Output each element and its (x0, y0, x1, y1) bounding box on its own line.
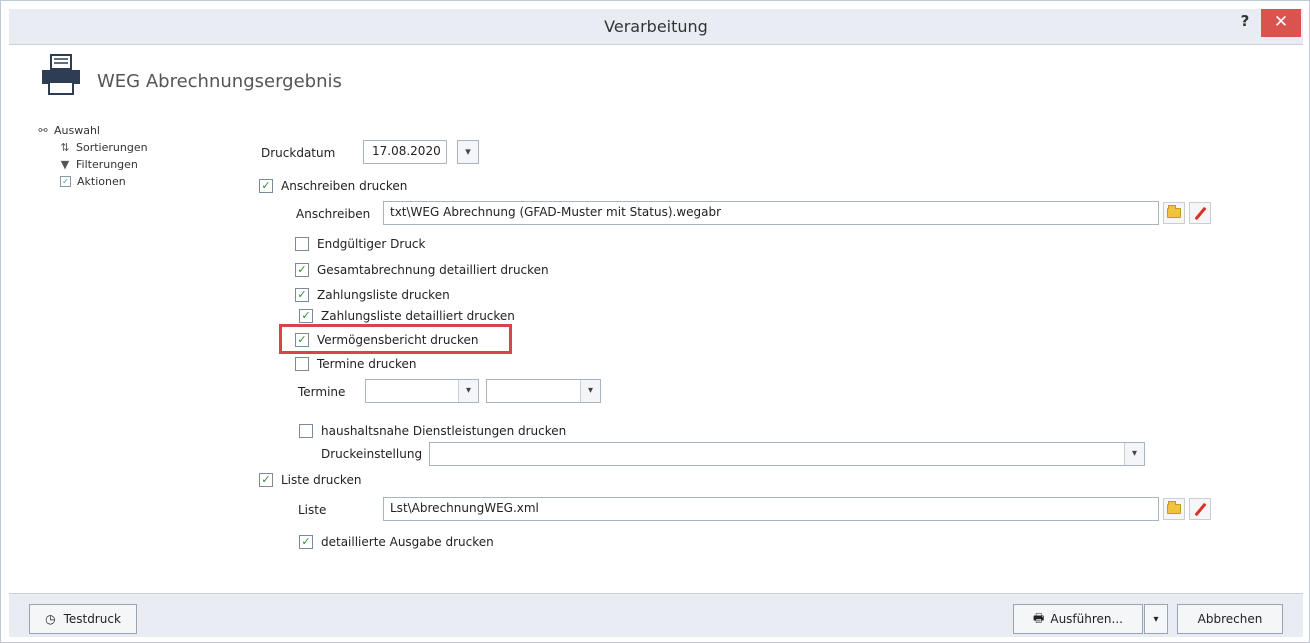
pencil-icon (1194, 206, 1206, 220)
edit-button[interactable] (1189, 498, 1211, 520)
page-title: WEG Abrechnungsergebnis (97, 71, 342, 92)
checkbox-checked: ✓ (299, 535, 313, 549)
help-button[interactable]: ? (1235, 12, 1255, 34)
navigation-tree: ⚯ Auswahl ⇅ Sortierungen ▼ Filterungen ✓… (35, 122, 215, 190)
sort-icon: ⇅ (60, 141, 70, 154)
tree-item-label: Auswahl (54, 124, 100, 137)
tree-item-auswahl[interactable]: ⚯ Auswahl (35, 122, 215, 139)
haushaltsnahe-checkbox[interactable]: haushaltsnahe Dienstleistungen drucken (299, 422, 566, 440)
checkbox-icon: ✓ (60, 176, 71, 187)
anschreiben-label: Anschreiben (296, 207, 371, 221)
folder-icon (1167, 501, 1181, 514)
liste-label: Liste (298, 503, 327, 517)
druckdatum-label: Druckdatum (261, 146, 336, 160)
checkbox-label: Liste drucken (281, 473, 362, 487)
filter-icon: ▼ (60, 158, 70, 171)
tree-item-sortierungen[interactable]: ⇅ Sortierungen (35, 139, 215, 156)
termine-label: Termine (298, 385, 346, 399)
detaillierte-ausgabe-checkbox[interactable]: ✓ detaillierte Ausgabe drucken (299, 533, 494, 551)
printer-small-icon: 🖶 (1033, 610, 1045, 625)
checkbox-unchecked (295, 357, 309, 371)
close-button[interactable]: ✕ (1261, 9, 1301, 37)
druckdatum-field[interactable]: 17.08.2020 (363, 140, 447, 164)
button-label: Abbrechen (1197, 612, 1263, 626)
termine-from-combo[interactable]: ▾ (365, 379, 479, 403)
checkbox-label: Endgültiger Druck (317, 237, 426, 251)
folder-icon (1167, 205, 1181, 218)
checkbox-label: Zahlungsliste detailliert drucken (321, 309, 515, 323)
button-label: Testdruck (63, 612, 121, 626)
highlight-box (279, 324, 512, 354)
abbrechen-button[interactable]: Abbrechen (1177, 604, 1283, 634)
zahlungsliste-detailliert-checkbox[interactable]: ✓ Zahlungsliste detailliert drucken (299, 307, 515, 325)
tree-item-filterungen[interactable]: ▼ Filterungen (35, 156, 215, 173)
folder-button[interactable] (1163, 498, 1185, 520)
pencil-icon (1194, 502, 1206, 516)
liste-drucken-checkbox[interactable]: ✓ Liste drucken (259, 471, 361, 489)
checkbox-label: Termine drucken (317, 357, 417, 371)
termine-drucken-checkbox[interactable]: Termine drucken (295, 355, 417, 373)
checkbox-checked: ✓ (259, 473, 273, 487)
checkbox-label: Gesamtabrechnung detailliert drucken (317, 263, 549, 277)
window-title: Verarbeitung (604, 17, 708, 36)
checkbox-label: detaillierte Ausgabe drucken (321, 535, 494, 549)
tree-item-label: Aktionen (77, 175, 126, 188)
link-icon: ⚯ (38, 124, 48, 137)
ausfuehren-button[interactable]: 🖶 Ausführen... (1013, 604, 1143, 634)
druckeinstellung-label: Druckeinstellung (321, 447, 423, 461)
checkbox-unchecked (295, 237, 309, 251)
testdruck-button[interactable]: ◷ Testdruck (29, 604, 137, 634)
tree-item-aktionen[interactable]: ✓ Aktionen (35, 173, 215, 190)
checkbox-unchecked (299, 424, 313, 438)
anschreiben-path-field[interactable]: txt\WEG Abrechnung (GFAD-Muster mit Stat… (383, 201, 1159, 225)
checkbox-checked: ✓ (295, 288, 309, 302)
chevron-down-icon: ▾ (1124, 443, 1144, 465)
checkbox-label: Zahlungsliste drucken (317, 288, 450, 302)
chevron-down-icon: ▾ (1153, 613, 1159, 625)
button-label: Ausführen... (1050, 612, 1123, 626)
chevron-down-icon: ▾ (458, 380, 478, 402)
printer-icon (42, 54, 80, 95)
title-bar: Verarbeitung ? ✕ (9, 9, 1303, 45)
liste-path-field[interactable]: Lst\AbrechnungWEG.xml (383, 497, 1159, 521)
tree-item-label: Filterungen (76, 158, 138, 171)
dialog-window: Verarbeitung ? ✕ WEG Abrechnungsergebnis… (0, 0, 1310, 643)
gesamtabrechnung-checkbox[interactable]: ✓ Gesamtabrechnung detailliert drucken (295, 261, 549, 279)
tree-item-label: Sortierungen (76, 141, 148, 154)
checkbox-label: haushaltsnahe Dienstleistungen drucken (321, 424, 567, 438)
checkbox-checked: ✓ (259, 179, 273, 193)
ausfuehren-dropdown-button[interactable]: ▾ (1144, 604, 1168, 634)
checkbox-label: Anschreiben drucken (281, 179, 408, 193)
zahlungsliste-checkbox[interactable]: ✓ Zahlungsliste drucken (295, 286, 450, 304)
checkbox-checked: ✓ (295, 263, 309, 277)
checkbox-checked: ✓ (299, 309, 313, 323)
druckeinstellung-combo[interactable]: ▾ (429, 442, 1145, 466)
edit-button[interactable] (1189, 202, 1211, 224)
chevron-down-icon: ▾ (580, 380, 600, 402)
anschreiben-drucken-checkbox[interactable]: ✓ Anschreiben drucken (259, 177, 407, 195)
folder-button[interactable] (1163, 202, 1185, 224)
clock-icon: ◷ (45, 612, 56, 626)
date-dropdown-button[interactable]: ▾ (457, 140, 479, 164)
termine-to-combo[interactable]: ▾ (486, 379, 601, 403)
endgueltiger-druck-checkbox[interactable]: Endgültiger Druck (295, 235, 425, 253)
